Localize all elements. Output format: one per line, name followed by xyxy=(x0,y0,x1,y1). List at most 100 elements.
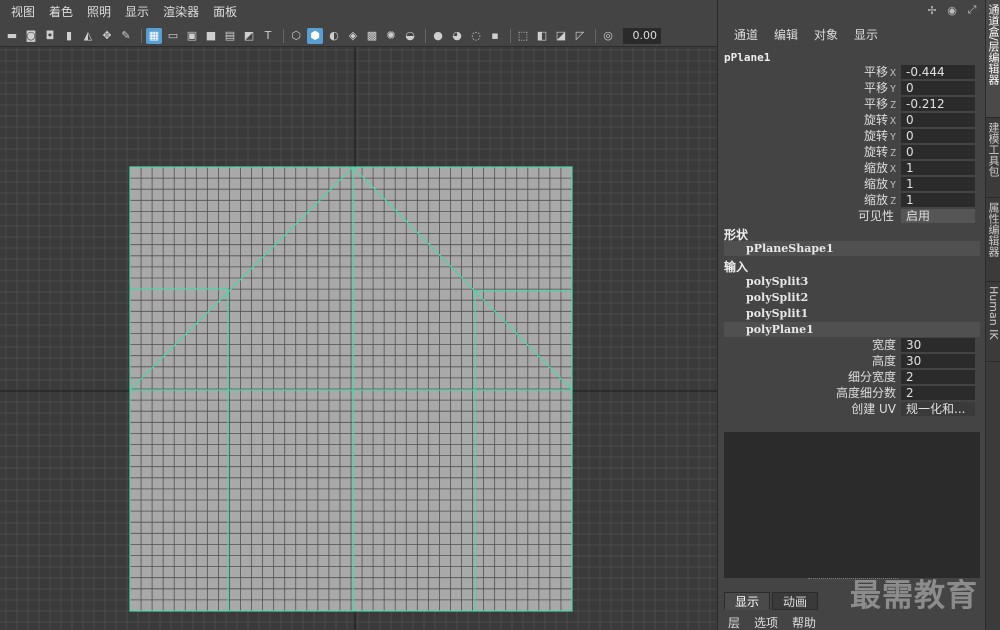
exposure-icon[interactable]: ◎ xyxy=(600,28,616,44)
input-node[interactable]: polyPlane1 xyxy=(724,322,980,337)
bookmark-icon[interactable]: ▮ xyxy=(61,28,77,44)
attr-value-field[interactable]: 0 xyxy=(901,112,975,127)
shadows-icon[interactable]: ◒ xyxy=(402,28,418,44)
menu-help[interactable]: 帮助 xyxy=(792,614,816,630)
attr-row[interactable]: 平移 Y 0 xyxy=(718,80,980,95)
side-tab-human-ik[interactable]: Human IK xyxy=(986,282,1000,362)
default-material-icon[interactable]: ◐ xyxy=(326,28,342,44)
grid-icon[interactable]: ▦ xyxy=(146,27,162,44)
menu-lighting[interactable]: 照明 xyxy=(80,0,118,25)
input-node[interactable]: polySplit2 xyxy=(724,290,980,305)
use-all-lights-icon[interactable]: ✺ xyxy=(383,28,399,44)
tab-animation[interactable]: 动画 xyxy=(772,592,819,610)
attr-value-field[interactable]: 30 xyxy=(901,353,975,368)
attr-value-field[interactable]: 0 xyxy=(901,128,975,143)
user-icon[interactable]: ◉ xyxy=(945,3,959,17)
attr-value-field[interactable]: 1 xyxy=(901,160,975,175)
attr-row[interactable]: 旋转 X 0 xyxy=(718,112,980,127)
workspace-icon[interactable]: ✢ xyxy=(925,3,939,17)
camera-select-icon[interactable]: ▬ xyxy=(4,28,20,44)
wireframe-icon[interactable]: ⬡ xyxy=(288,28,304,44)
2d-pan-icon[interactable]: ✥ xyxy=(99,28,115,44)
side-tab-modeling-toolkit[interactable]: 建模工具包 xyxy=(986,118,1000,198)
attr-row[interactable]: 旋转 Z 0 xyxy=(718,144,980,159)
3d-scene[interactable] xyxy=(0,47,717,630)
safe-action-icon[interactable]: ◩ xyxy=(241,28,257,44)
scene-canvas[interactable] xyxy=(0,47,717,630)
menu-display[interactable]: 显示 xyxy=(846,26,886,43)
film-gate-icon[interactable]: ▭ xyxy=(165,28,181,44)
attr-label: 缩放 Z xyxy=(718,191,901,208)
grease-pencil-icon[interactable]: ✎ xyxy=(118,28,134,44)
attr-row[interactable]: 缩放 Y 1 xyxy=(718,176,980,191)
menu-panels[interactable]: 面板 xyxy=(206,0,244,25)
attr-value-field[interactable]: 规一化和... xyxy=(901,401,975,416)
viewport-panel[interactable]: 视图 着色 照明 显示 渲染器 面板 ▬ ◙ ◘ ▮ ◭ ✥ ✎ ▦ ▭ ▣ ■… xyxy=(0,0,717,630)
attr-value-field[interactable]: 1 xyxy=(901,192,975,207)
input-attr-row[interactable]: 高度细分数 2 xyxy=(718,385,980,400)
attr-value-field[interactable]: 0 xyxy=(901,144,975,159)
motion-blur-icon[interactable]: ◕ xyxy=(449,28,465,44)
menu-options[interactable]: 选项 xyxy=(754,614,778,630)
input-attr-row[interactable]: 宽度 30 xyxy=(718,337,980,352)
attr-row[interactable]: 旋转 Y 0 xyxy=(718,128,980,143)
isolate-select-icon[interactable]: ⬚ xyxy=(515,28,531,44)
depth-of-field-icon[interactable]: ▪ xyxy=(487,28,503,44)
menu-show[interactable]: 显示 xyxy=(118,0,156,25)
attr-value-field[interactable]: 2 xyxy=(901,385,975,400)
shape-node[interactable]: pPlaneShape1 xyxy=(724,241,980,256)
attr-value-field[interactable]: 启用 xyxy=(901,208,975,223)
safe-title-icon[interactable]: T xyxy=(260,28,276,44)
menu-shading[interactable]: 着色 xyxy=(42,0,80,25)
attr-value-field[interactable]: 0 xyxy=(901,80,975,95)
xray-active-icon[interactable]: ◪ xyxy=(553,28,569,44)
expand-icon[interactable]: ⤢ xyxy=(965,3,979,17)
textured-icon[interactable]: ▩ xyxy=(364,28,380,44)
attr-label-text: 平移 xyxy=(863,97,888,111)
viewport-toolbar: ▬ ◙ ◘ ▮ ◭ ✥ ✎ ▦ ▭ ▣ ■ ▤ ◩ T ⬡ ⬢ ◐ ◈ ▩ ✺ … xyxy=(0,25,717,47)
menu-edit[interactable]: 编辑 xyxy=(766,26,806,43)
attr-row[interactable]: 缩放 X 1 xyxy=(718,160,980,175)
attr-value-field[interactable]: 30 xyxy=(901,337,975,352)
attr-value-field[interactable]: 2 xyxy=(901,369,975,384)
menu-layers[interactable]: 层 xyxy=(728,614,740,630)
input-node[interactable]: polySplit3 xyxy=(724,274,980,289)
input-node[interactable]: polySplit1 xyxy=(724,306,980,321)
smooth-shade-icon[interactable]: ⬢ xyxy=(307,27,323,44)
image-plane-icon[interactable]: ◭ xyxy=(80,28,96,44)
camera-attr-icon[interactable]: ◙ xyxy=(23,28,39,44)
screen-space-ao-icon[interactable]: ● xyxy=(430,28,446,44)
attr-value-field[interactable]: -0.444 xyxy=(901,64,975,79)
attr-value-field[interactable]: -0.212 xyxy=(901,96,975,111)
attr-row[interactable]: 可见性 启用 xyxy=(718,208,980,223)
menu-view[interactable]: 视图 xyxy=(4,0,42,25)
resolution-gate-icon[interactable]: ▣ xyxy=(184,28,200,44)
menu-object[interactable]: 对象 xyxy=(806,26,846,43)
menu-channels[interactable]: 通道 xyxy=(726,26,766,43)
multisample-aa-icon[interactable]: ◌ xyxy=(468,28,484,44)
attr-row[interactable]: 平移 X -0.444 xyxy=(718,64,980,79)
channel-box-panel: ✢ ◉ ⤢ 通道 编辑 对象 显示 pPlane1 平移 X -0.444 平移 Y 0 平… xyxy=(717,0,985,630)
xray-joints-icon[interactable]: ◸ xyxy=(572,28,588,44)
gate-mask-icon[interactable]: ■ xyxy=(203,28,219,44)
attr-label-text: 可见性 xyxy=(857,209,894,223)
attr-axis: Y xyxy=(889,132,896,143)
tab-display[interactable]: 显示 xyxy=(724,592,771,610)
xray-icon[interactable]: ◧ xyxy=(534,28,550,44)
attr-row[interactable]: 缩放 Z 1 xyxy=(718,192,980,207)
exposure-field[interactable]: 0.00 xyxy=(623,27,661,44)
attr-row[interactable]: 平移 Z -0.212 xyxy=(718,96,980,111)
input-attr-row[interactable]: 高度 30 xyxy=(718,353,980,368)
side-tab-channel-box[interactable]: 通道盒/层编辑器 xyxy=(986,0,1000,118)
menu-renderer[interactable]: 渲染器 xyxy=(156,0,206,25)
camera-book-icon[interactable]: ◘ xyxy=(42,28,58,44)
side-tab-attribute-editor[interactable]: 属性编辑器 xyxy=(986,198,1000,282)
wireframe-on-shaded-icon[interactable]: ◈ xyxy=(345,28,361,44)
input-attr-row[interactable]: 创建 UV 规一化和... xyxy=(718,401,980,416)
attr-axis: Y xyxy=(889,180,896,191)
attr-label-text: 缩放 xyxy=(863,193,888,207)
attr-value-field[interactable]: 1 xyxy=(901,176,975,191)
field-chart-icon[interactable]: ▤ xyxy=(222,28,238,44)
input-attr-row[interactable]: 细分宽度 2 xyxy=(718,369,980,384)
toolbar-separator xyxy=(283,28,284,43)
